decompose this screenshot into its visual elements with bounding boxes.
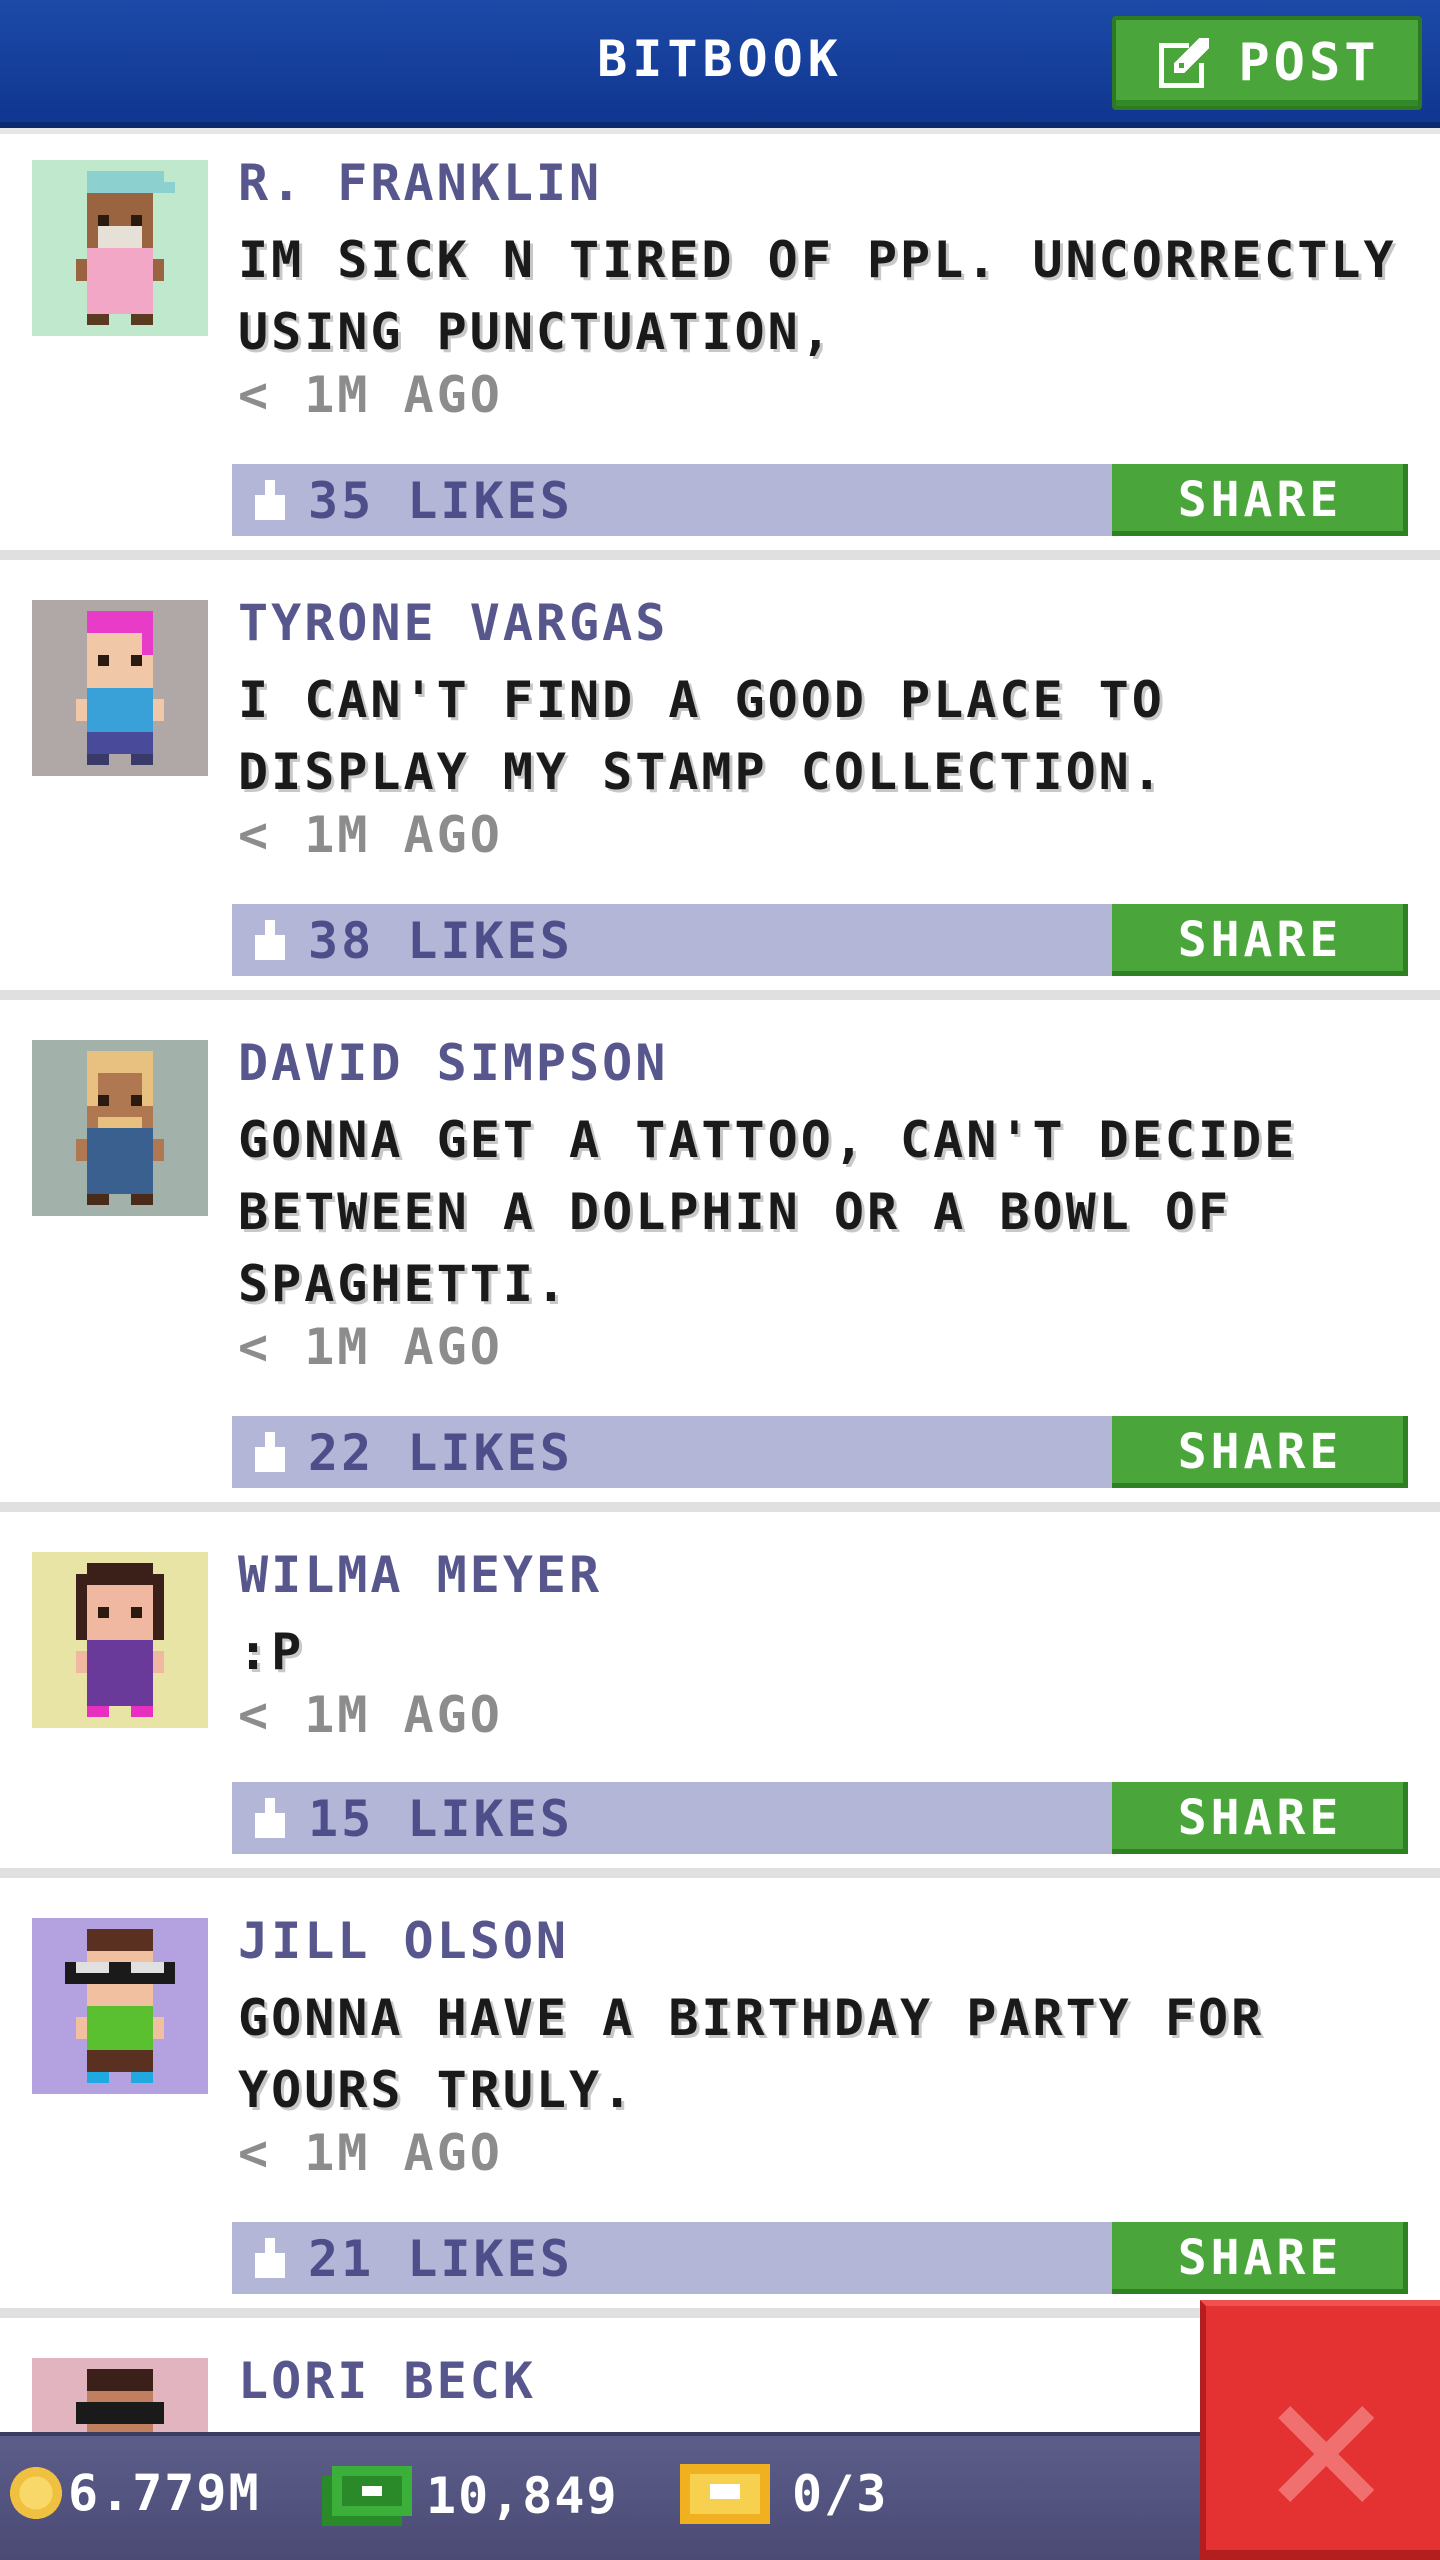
thumbs-up-icon[interactable] xyxy=(250,1432,290,1472)
like-bar: 38 LIKES SHARE xyxy=(232,904,1408,976)
post-author[interactable]: TYRONE VARGAS xyxy=(238,594,668,652)
avatar-image xyxy=(32,1552,208,1728)
like-count: 38 LIKES xyxy=(308,912,573,970)
share-button[interactable]: SHARE xyxy=(1112,2222,1408,2294)
post-time: < 1M AGO xyxy=(238,806,503,864)
like-bar: 35 LIKES SHARE xyxy=(232,464,1408,536)
like-bar: 22 LIKES SHARE xyxy=(232,1416,1408,1488)
feed-post: R. FRANKLIN IM SICK N TIRED OF PPL. UNCO… xyxy=(0,134,1440,560)
bux-value: 10,849 xyxy=(426,2467,619,2525)
post-time: < 1M AGO xyxy=(238,1318,503,1376)
like-bar: 15 LIKES SHARE xyxy=(232,1782,1408,1854)
post-message: :P xyxy=(238,1623,305,1681)
avatar-image xyxy=(32,1040,208,1216)
avatar-image xyxy=(32,600,208,776)
post-message: IM SICK N TIRED OF PPL. UNCORRECTLY USIN… xyxy=(238,231,1397,361)
coins-value: 6.779M xyxy=(68,2464,261,2522)
like-count: 35 LIKES xyxy=(308,472,573,530)
post-message: GONNA HAVE A BIRTHDAY PARTY FOR YOURS TR… xyxy=(238,1989,1265,2119)
coin-icon xyxy=(10,2467,62,2519)
bux-stat: 10,849 xyxy=(322,2464,619,2528)
post-button[interactable]: POST xyxy=(1112,16,1422,110)
close-button[interactable] xyxy=(1200,2300,1440,2560)
feed-post: WILMA MEYER :P < 1M AGO 15 LIKES SHARE xyxy=(0,1512,1440,1878)
thumbs-up-icon[interactable] xyxy=(250,1798,290,1838)
edit-icon xyxy=(1159,38,1210,88)
avatar[interactable] xyxy=(32,160,208,336)
top-bar: BITBOOK POST xyxy=(0,0,1440,128)
share-button[interactable]: SHARE xyxy=(1112,1416,1408,1488)
post-author[interactable]: LORI BECK xyxy=(238,2352,536,2410)
share-button[interactable]: SHARE xyxy=(1112,904,1408,976)
avatar[interactable] xyxy=(32,1552,208,1728)
thumbs-up-icon[interactable] xyxy=(250,480,290,520)
share-button[interactable]: SHARE xyxy=(1112,1782,1408,1854)
post-author[interactable]: JILL OLSON xyxy=(238,1912,569,1970)
avatar[interactable] xyxy=(32,600,208,776)
post-button-label: POST xyxy=(1238,33,1380,93)
post-author[interactable]: R. FRANKLIN xyxy=(238,154,602,212)
feed-post: TYRONE VARGAS I CAN'T FIND A GOOD PLACE … xyxy=(0,560,1440,1000)
feed-post: JILL OLSON GONNA HAVE A BIRTHDAY PARTY F… xyxy=(0,1878,1440,2318)
ticket-icon xyxy=(680,2464,770,2524)
avatar[interactable] xyxy=(32,1040,208,1216)
post-message: GONNA GET A TATTOO, CAN'T DECIDE BETWEEN… xyxy=(238,1111,1298,1313)
post-time: < 1M AGO xyxy=(238,1686,503,1744)
like-bar: 21 LIKES SHARE xyxy=(232,2222,1408,2294)
post-author[interactable]: WILMA MEYER xyxy=(238,1546,602,1604)
post-time: < 1M AGO xyxy=(238,2124,503,2182)
avatar-image xyxy=(32,1918,208,2094)
thumbs-up-icon[interactable] xyxy=(250,920,290,960)
like-count: 22 LIKES xyxy=(308,1424,573,1482)
tickets-value: 0/3 xyxy=(792,2465,889,2523)
like-count: 15 LIKES xyxy=(308,1790,573,1848)
like-count: 21 LIKES xyxy=(308,2230,573,2288)
avatar-image xyxy=(32,160,208,336)
feed-post: DAVID SIMPSON GONNA GET A TATTOO, CAN'T … xyxy=(0,1000,1440,1512)
post-time: < 1M AGO xyxy=(238,366,503,424)
bux-icon xyxy=(322,2466,412,2526)
share-button[interactable]: SHARE xyxy=(1112,464,1408,536)
post-author[interactable]: DAVID SIMPSON xyxy=(238,1034,668,1092)
tickets-stat: 0/3 xyxy=(680,2464,888,2524)
avatar[interactable] xyxy=(32,1918,208,2094)
thumbs-up-icon[interactable] xyxy=(250,2238,290,2278)
coins-stat: 6.779M xyxy=(10,2464,261,2522)
close-icon xyxy=(1278,2406,1374,2502)
post-message: I CAN'T FIND A GOOD PLACE TO DISPLAY MY … xyxy=(238,671,1165,801)
